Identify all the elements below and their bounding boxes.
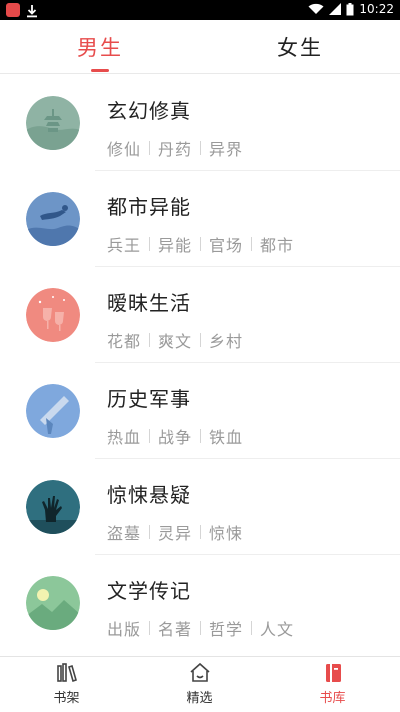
landscape-icon [26, 576, 80, 630]
category-title: 历史军事 [107, 387, 191, 411]
tab-female[interactable]: 女生 [200, 32, 400, 62]
category-tags: 修仙 丹药 异界 [107, 136, 243, 160]
tag-link[interactable]: 修仙 [107, 136, 141, 160]
tag-link[interactable]: 名著 [158, 616, 192, 640]
bookshelf-icon [56, 663, 77, 683]
tag-link[interactable]: 官场 [209, 232, 243, 256]
bottom-nav: 书架 精选 书库 [0, 656, 400, 712]
tag-link[interactable]: 战争 [158, 424, 192, 448]
tag-divider [200, 237, 202, 251]
category-title: 玄幻修真 [107, 99, 191, 123]
tag-divider [251, 237, 253, 251]
gender-tabs: 男生 女生 [0, 20, 400, 74]
tab-male[interactable]: 男生 [0, 32, 200, 62]
category-tags: 热血 战争 铁血 [107, 424, 243, 448]
tag-link[interactable]: 灵异 [158, 520, 192, 544]
tag-divider [200, 141, 202, 155]
nav-item-featured[interactable]: 精选 [133, 661, 266, 706]
wine-glasses-icon [26, 288, 80, 342]
category-item-wenxue[interactable]: 文学传记 出版 名著 哲学 人文 [0, 555, 400, 651]
category-tags: 花都 爽文 乡村 [107, 328, 243, 352]
tag-link[interactable]: 花都 [107, 328, 141, 352]
tag-divider [149, 333, 151, 347]
tag-link[interactable]: 惊悚 [209, 520, 243, 544]
tag-link[interactable]: 异能 [158, 232, 192, 256]
nav-label: 书架 [53, 691, 80, 706]
status-time: 10:22 [359, 2, 394, 16]
tag-link[interactable]: 兵王 [107, 232, 141, 256]
tag-link[interactable]: 都市 [260, 232, 294, 256]
tag-divider [200, 525, 202, 539]
tag-divider [149, 525, 151, 539]
tag-link[interactable]: 异界 [209, 136, 243, 160]
active-tab-indicator [91, 69, 109, 72]
home-icon [189, 662, 210, 682]
tag-divider [149, 237, 151, 251]
app-notification-icon [6, 3, 20, 17]
category-item-xuanhuan[interactable]: 玄幻修真 修仙 丹药 异界 [0, 75, 400, 171]
zombie-hand-icon [26, 480, 80, 534]
nav-item-bookshelf[interactable]: 书架 [0, 661, 133, 706]
diver-icon [26, 192, 80, 246]
tag-divider [149, 621, 151, 635]
category-list: 玄幻修真 修仙 丹药 异界 都市异能 兵王 异能 官场 都市 暧昧生活 花都 爽… [0, 75, 400, 651]
category-item-jingsong[interactable]: 惊悚悬疑 盗墓 灵异 惊悚 [0, 459, 400, 555]
category-tags: 出版 名著 哲学 人文 [107, 616, 294, 640]
battery-icon [346, 2, 354, 15]
pagoda-icon [26, 96, 80, 150]
nav-item-library[interactable]: 书库 [266, 661, 399, 706]
tag-divider [200, 333, 202, 347]
tag-link[interactable]: 出版 [107, 616, 141, 640]
tag-divider [200, 429, 202, 443]
tag-divider [200, 621, 202, 635]
tag-divider [149, 429, 151, 443]
category-item-dushi[interactable]: 都市异能 兵王 异能 官场 都市 [0, 171, 400, 267]
library-icon [325, 664, 341, 682]
telescope-icon [26, 384, 80, 438]
tag-link[interactable]: 热血 [107, 424, 141, 448]
tag-link[interactable]: 哲学 [209, 616, 243, 640]
category-item-aimei[interactable]: 暧昧生活 花都 爽文 乡村 [0, 267, 400, 363]
tag-divider [251, 621, 253, 635]
category-title: 文学传记 [107, 579, 191, 603]
category-tags: 兵王 异能 官场 都市 [107, 232, 294, 256]
nav-label: 精选 [186, 691, 213, 706]
wifi-icon [308, 3, 324, 14]
category-title: 暧昧生活 [107, 291, 191, 315]
nav-label: 书库 [319, 691, 346, 706]
category-title: 都市异能 [107, 195, 191, 219]
category-item-lishi[interactable]: 历史军事 热血 战争 铁血 [0, 363, 400, 459]
category-title: 惊悚悬疑 [107, 483, 191, 507]
signal-icon [329, 3, 342, 15]
tag-divider [149, 141, 151, 155]
tag-link[interactable]: 人文 [260, 616, 294, 640]
category-tags: 盗墓 灵异 惊悚 [107, 520, 243, 544]
tag-link[interactable]: 乡村 [209, 328, 243, 352]
status-bar: 10:22 [0, 0, 400, 20]
tag-link[interactable]: 盗墓 [107, 520, 141, 544]
tag-link[interactable]: 丹药 [158, 136, 192, 160]
tag-link[interactable]: 爽文 [158, 328, 192, 352]
tag-link[interactable]: 铁血 [209, 424, 243, 448]
download-icon [26, 3, 38, 18]
